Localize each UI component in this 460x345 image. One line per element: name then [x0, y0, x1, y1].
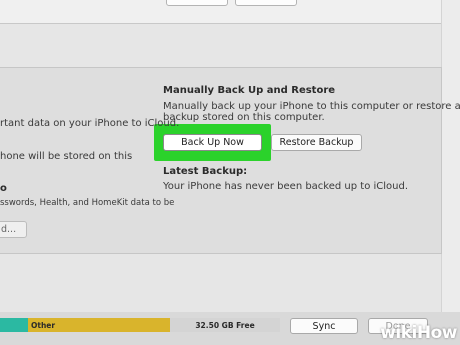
watermark-wiki: wiki [380, 323, 417, 343]
right-scroll-area[interactable] [441, 0, 460, 312]
manual-backup-desc-line1: Manually back up your iPhone to this com… [163, 101, 460, 112]
wikihow-watermark: wikiHow [380, 323, 457, 343]
left-text-line1: rtant data on your iPhone to iCloud. [0, 118, 180, 129]
left-text-line3: o [0, 183, 7, 194]
top-button-left[interactable] [166, 0, 228, 6]
top-button-right[interactable] [235, 0, 297, 6]
left-partial-button[interactable]: d... [0, 221, 27, 238]
manual-backup-title: Manually Back Up and Restore [163, 85, 336, 96]
latest-backup-desc: Your iPhone has never been backed up to … [163, 181, 409, 192]
storage-bar: Other 32.50 GB Free [0, 318, 280, 332]
sync-button[interactable]: Sync [290, 318, 358, 334]
latest-backup-title: Latest Backup: [163, 166, 248, 177]
manual-backup-desc-line2: backup stored on this computer. [163, 112, 325, 123]
watermark-how: How [416, 323, 458, 343]
left-text-line4: sswords, Health, and HomeKit data to be [0, 198, 175, 208]
storage-segment-teal [0, 318, 28, 332]
left-text-line2: hone will be stored on this [0, 151, 133, 162]
storage-segment-free: 32.50 GB Free [170, 318, 280, 332]
restore-backup-button[interactable]: Restore Backup [271, 134, 362, 151]
back-up-now-button[interactable]: Back Up Now [163, 134, 262, 151]
storage-segment-other: Other [28, 318, 170, 332]
